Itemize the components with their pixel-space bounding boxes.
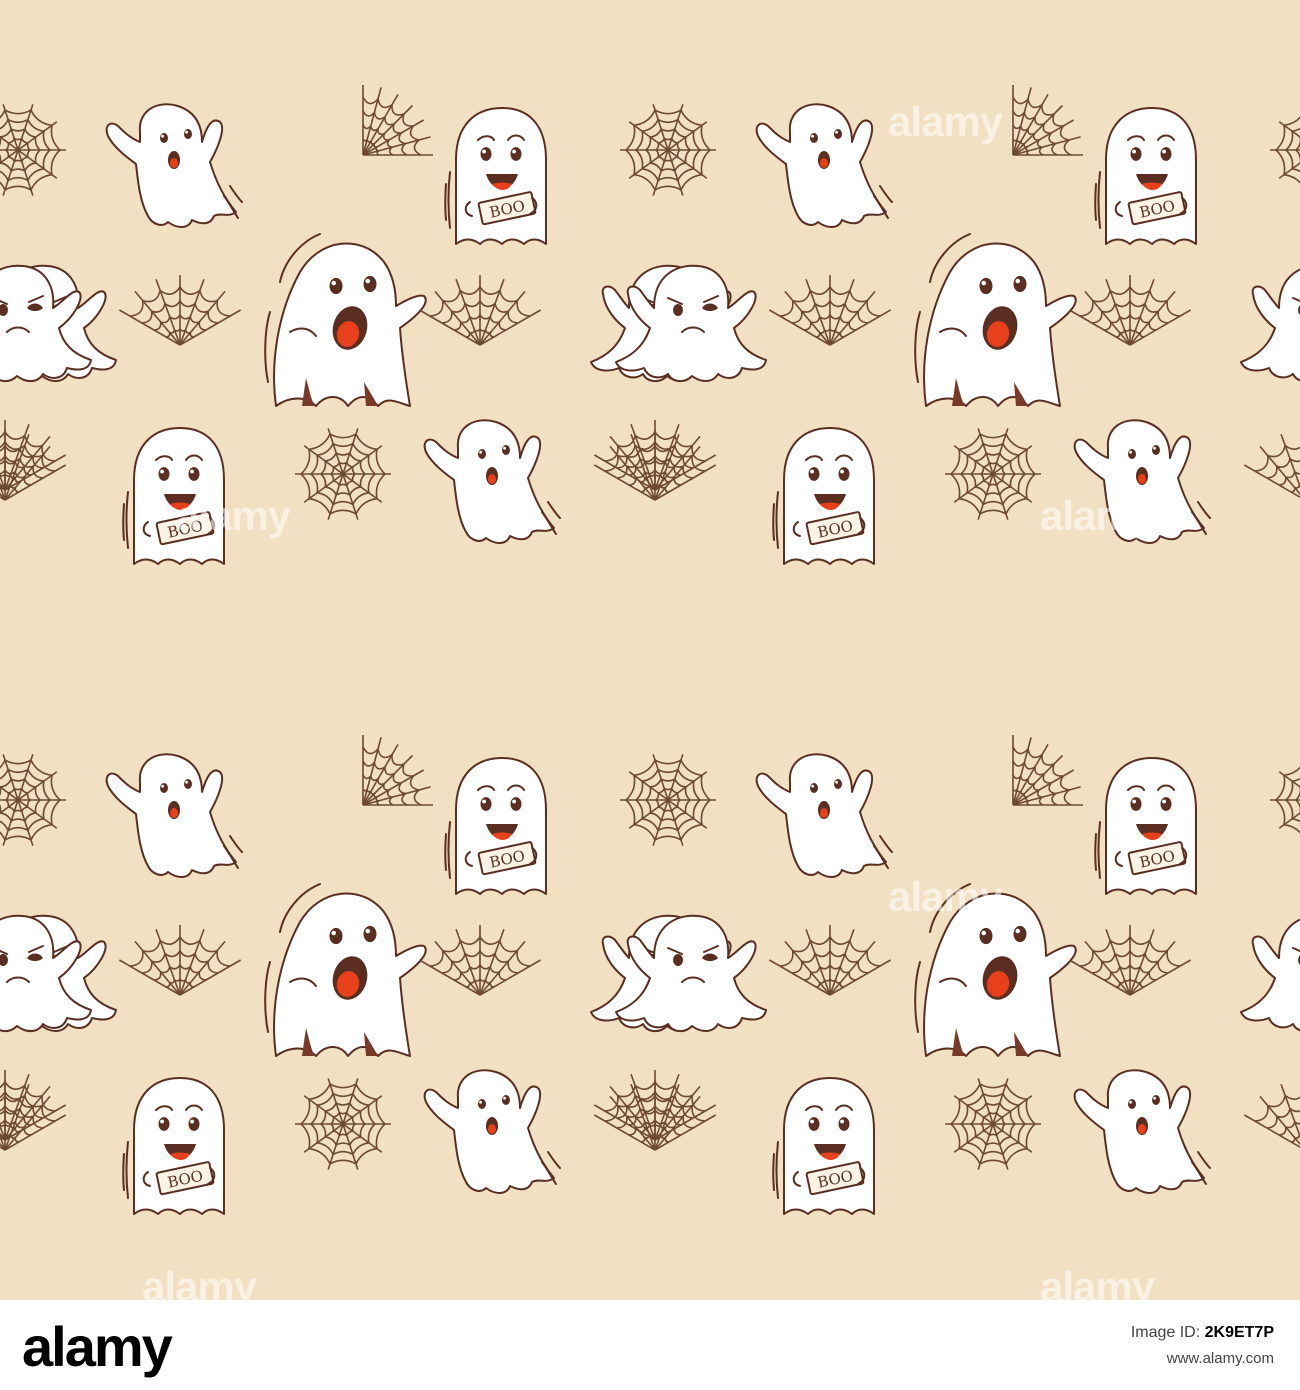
- boo-sign-ghost: BOO: [1094, 757, 1197, 895]
- boo-sign-ghost: BOO: [772, 427, 875, 565]
- image-id-label: Image ID:: [1130, 1324, 1201, 1341]
- watermark: alamy: [888, 873, 1003, 920]
- stock-footer: alamy Image ID: 2K9ET7P www.alamy.com: [0, 1300, 1300, 1390]
- halloween-ghost-pattern: BOO BOO BOO BOO BOO BOO BOO BOO alamy alamy ala…: [0, 0, 1300, 1300]
- spider-web-icon: [418, 925, 542, 996]
- image-info: Image ID: 2K9ET7P www.alamy.com: [1131, 1320, 1274, 1372]
- spider-web-icon: [118, 275, 242, 346]
- surprised-ghost: [105, 753, 243, 878]
- watermark: alamy: [1040, 1263, 1155, 1300]
- spider-web-corner: [1012, 735, 1083, 806]
- watermark: alamy: [142, 1263, 257, 1300]
- grumpy-ghost: [1240, 268, 1300, 382]
- spider-web-icon: [1068, 925, 1192, 996]
- spider-web-icon: [0, 104, 66, 196]
- boo-sign-ghost: BOO: [122, 1077, 225, 1215]
- alamy-logo[interactable]: alamy: [22, 1314, 173, 1379]
- surprised-ghost: [105, 103, 243, 228]
- spider-web-corner: [362, 85, 433, 156]
- spider-web-icon: [593, 1070, 717, 1141]
- spider-web-icon: [620, 104, 716, 196]
- spider-web-icon: [295, 1078, 391, 1170]
- boo-sign-ghost: BOO: [444, 757, 547, 895]
- spider-web-icon: [0, 754, 66, 846]
- spider-web-icon: [620, 754, 716, 846]
- spider-web-icon: [945, 1078, 1041, 1170]
- spider-web-icon: [0, 1070, 67, 1141]
- pattern-canvas: BOOBOOBOOBOOBOOBOOBOOBOO: [0, 85, 1300, 1215]
- surprised-ghost: [1073, 1069, 1211, 1194]
- surprised-ghost: [755, 753, 893, 878]
- watermark: alamy: [176, 492, 291, 539]
- spider-web-icon: [1270, 116, 1300, 184]
- spider-web-icon: [1068, 275, 1192, 346]
- grumpy-ghost: [1240, 918, 1300, 1032]
- watermark: alamy: [1040, 492, 1155, 539]
- spider-web-icon: [0, 420, 67, 491]
- screaming-ghost: [914, 233, 1077, 407]
- screaming-ghost: [264, 233, 427, 407]
- spider-web-icon: [1243, 433, 1300, 499]
- boo-sign-ghost: BOO: [772, 1077, 875, 1215]
- spider-web-icon: [118, 925, 242, 996]
- surprised-ghost: [755, 103, 893, 228]
- spider-web-corner: [362, 735, 433, 806]
- screaming-ghost: [264, 883, 427, 1057]
- image-id-value: 2K9ET7P: [1204, 1324, 1274, 1341]
- spider-web-icon: [945, 428, 1041, 520]
- spider-web-icon: [1270, 766, 1300, 834]
- spider-web-icon: [0, 430, 67, 501]
- watermark: alamy: [888, 98, 1003, 145]
- spider-web-icon: [0, 1080, 67, 1151]
- spider-web-icon: [768, 275, 892, 346]
- boo-sign-ghost: BOO: [1094, 107, 1197, 245]
- spider-web-icon: [768, 925, 892, 996]
- spider-web-icon: [418, 275, 542, 346]
- boo-sign-ghost: BOO: [444, 107, 547, 245]
- surprised-ghost: [423, 419, 561, 544]
- spider-web-icon: [1243, 1083, 1300, 1149]
- footer-url[interactable]: www.alamy.com: [1131, 1346, 1274, 1372]
- spider-web-icon: [295, 428, 391, 520]
- spider-web-icon: [593, 420, 717, 491]
- surprised-ghost: [423, 1069, 561, 1194]
